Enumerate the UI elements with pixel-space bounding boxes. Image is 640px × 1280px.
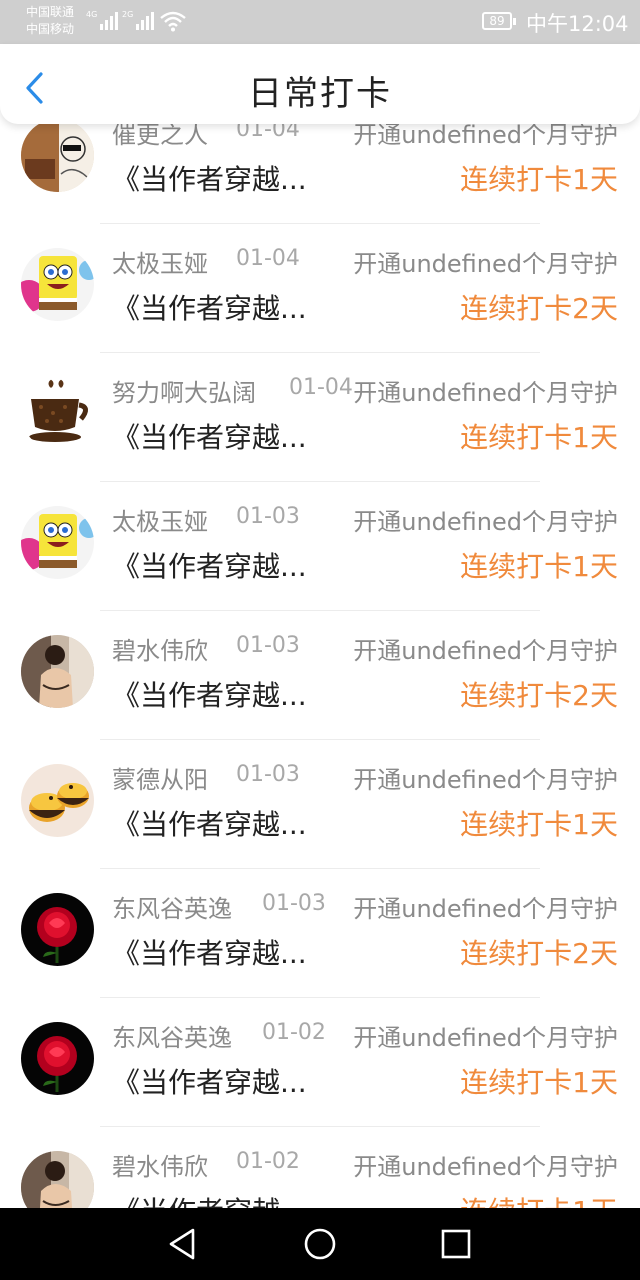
checkin-date: 01-03 — [236, 762, 300, 787]
checkin-row[interactable]: 太极玉娅 01-04 开通undefined个月守护 《当作者穿越... 连续打… — [0, 224, 640, 353]
red-rose-avatar[interactable] — [21, 893, 94, 966]
book-title: 《当作者穿越... — [112, 292, 307, 325]
coffee-cup-avatar[interactable] — [21, 377, 94, 450]
checkin-date: 01-04 — [289, 375, 353, 400]
streak-label: 连续打卡2天 — [460, 937, 618, 970]
streak-label: 连续打卡2天 — [460, 292, 618, 325]
checkin-date: 01-04 — [236, 124, 300, 142]
checkin-date: 01-03 — [236, 633, 300, 658]
streak-label: 连续打卡1天 — [460, 163, 618, 196]
signal-icon: 2G — [122, 10, 155, 30]
streak-label: 连续打卡1天 — [460, 808, 618, 841]
checkin-row[interactable]: 碧水伟欣 01-03 开通undefined个月守护 《当作者穿越... 连续打… — [0, 611, 640, 740]
guard-text: 开通undefined个月守护 — [353, 895, 618, 923]
person-photo-avatar[interactable] — [21, 635, 94, 708]
user-name: 太极玉娅 — [112, 250, 208, 278]
guard-text: 开通undefined个月守护 — [353, 124, 618, 149]
guard-text: 开通undefined个月守护 — [353, 379, 618, 407]
person-photo-avatar[interactable] — [21, 1151, 94, 1208]
user-name: 太极玉娅 — [112, 508, 208, 536]
book-title: 《当作者穿越... — [112, 421, 307, 454]
checkin-row[interactable]: 太极玉娅 01-03 开通undefined个月守护 《当作者穿越... 连续打… — [0, 482, 640, 611]
streak-label: 连续打卡1天 — [460, 421, 618, 454]
spongebob-avatar[interactable] — [21, 248, 94, 321]
guard-text: 开通undefined个月守护 — [353, 250, 618, 278]
user-name: 碧水伟欣 — [112, 637, 208, 665]
cupcake-avatar[interactable] — [21, 764, 94, 837]
network-type-2: 2G — [122, 10, 134, 19]
streak-label: 连续打卡2天 — [460, 679, 618, 712]
checkin-row[interactable]: 碧水伟欣 01-02 开通undefined个月守护 《当作者穿越... 连续打… — [0, 1127, 640, 1208]
system-nav-bar — [0, 1208, 640, 1280]
streak-label: 连续打卡1天 — [460, 1066, 618, 1099]
carrier-2: 中国移动 — [26, 22, 75, 36]
red-rose-avatar[interactable] — [21, 1022, 94, 1095]
book-title: 《当作者穿越... — [112, 808, 307, 841]
status-time: 中午12:04 — [526, 12, 629, 36]
network-type-1: 4G — [86, 10, 98, 19]
user-name: 蒙德从阳 — [112, 766, 208, 794]
checkin-date: 01-03 — [236, 504, 300, 529]
status-bar: 中国联通 中国移动 4G 2G 89 中午12:04 — [0, 0, 640, 44]
guard-text: 开通undefined个月守护 — [353, 766, 618, 794]
book-title: 《当作者穿越... — [112, 163, 307, 196]
wifi-icon — [160, 11, 186, 32]
book-title: 《当作者穿越... — [112, 937, 307, 970]
streak-label: 连续打卡1天 — [460, 1190, 618, 1208]
guard-text: 开通undefined个月守护 — [353, 1153, 618, 1181]
battery-icon: 89 — [482, 12, 516, 30]
header-bar: 日常打卡 — [0, 44, 640, 124]
user-name: 东风谷英逸 — [112, 1024, 232, 1052]
checkin-list[interactable]: 催更之人 01-04 开通undefined个月守护 《当作者穿越... 连续打… — [0, 124, 640, 1208]
checkin-date: 01-02 — [236, 1149, 300, 1174]
book-title: 《当作者穿越... — [112, 550, 307, 583]
user-name: 努力啊大弘阔 — [112, 379, 256, 407]
book-title: 《当作者穿越... — [112, 1190, 307, 1208]
triangle-back-icon[interactable] — [165, 1226, 201, 1262]
carrier-names: 中国联通 中国移动 — [26, 4, 74, 38]
book-title: 《当作者穿越... — [112, 1066, 307, 1099]
carrier-1: 中国联通 — [26, 5, 75, 19]
checkin-row[interactable]: 努力啊大弘阔 01-04 开通undefined个月守护 《当作者穿越... 连… — [0, 353, 640, 482]
checkin-row[interactable]: 东风谷英逸 01-03 开通undefined个月守护 《当作者穿越... 连续… — [0, 869, 640, 998]
user-name: 东风谷英逸 — [112, 895, 232, 923]
checkin-row[interactable]: 催更之人 01-04 开通undefined个月守护 《当作者穿越... 连续打… — [0, 124, 640, 224]
checkin-row[interactable]: 东风谷英逸 01-02 开通undefined个月守护 《当作者穿越... 连续… — [0, 998, 640, 1127]
spongebob-avatar[interactable] — [21, 506, 94, 579]
square-recents-icon[interactable] — [438, 1226, 474, 1262]
guard-text: 开通undefined个月守护 — [353, 637, 618, 665]
battery-level: 89 — [489, 14, 505, 28]
signal-icon: 4G — [86, 10, 119, 30]
sketch-collage-avatar[interactable] — [21, 124, 94, 192]
circle-home-icon[interactable] — [302, 1226, 338, 1262]
checkin-row[interactable]: 蒙德从阳 01-03 开通undefined个月守护 《当作者穿越... 连续打… — [0, 740, 640, 869]
checkin-date: 01-04 — [236, 246, 300, 271]
user-name: 碧水伟欣 — [112, 1153, 208, 1181]
user-name: 催更之人 — [112, 124, 208, 149]
guard-text: 开通undefined个月守护 — [353, 508, 618, 536]
book-title: 《当作者穿越... — [112, 679, 307, 712]
page-title: 日常打卡 — [248, 74, 392, 114]
checkin-date: 01-02 — [262, 1020, 326, 1045]
checkin-date: 01-03 — [262, 891, 326, 916]
guard-text: 开通undefined个月守护 — [353, 1024, 618, 1052]
streak-label: 连续打卡1天 — [460, 550, 618, 583]
